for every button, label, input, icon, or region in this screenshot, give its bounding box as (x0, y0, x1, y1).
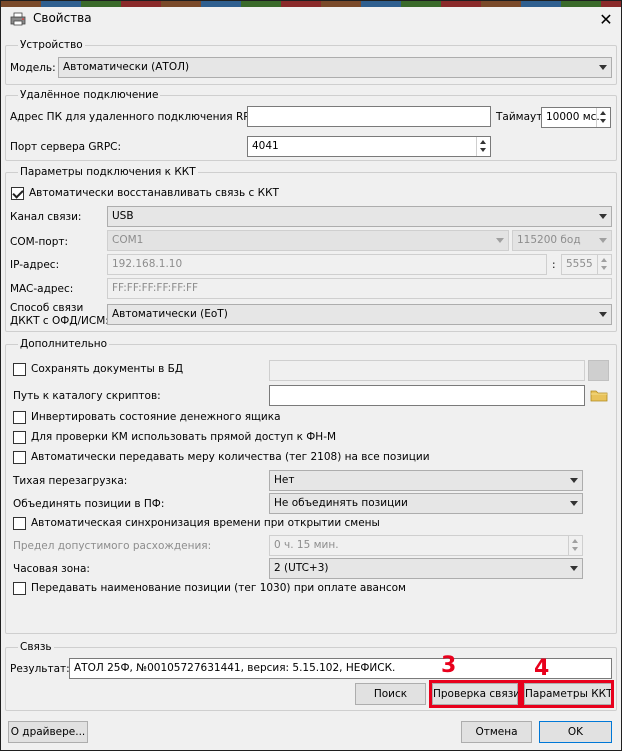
kkt-group-title: Параметры подключения к ККТ (18, 166, 198, 178)
tag2108-label: Автоматически передавать меру количества… (31, 451, 430, 463)
ofd-label-line1: Способ связи (10, 302, 84, 314)
chevron-down-icon (599, 214, 607, 219)
model-combo[interactable]: Автоматически (АТОЛ) (58, 57, 612, 78)
link-group-title: Связь (18, 641, 54, 653)
invert-drawer-label: Инвертировать состояние денежного ящика (31, 411, 281, 423)
com-label: COM-порт: (10, 236, 69, 248)
merge-combo[interactable]: Не объединять позиции (269, 493, 583, 514)
chevron-down-icon (570, 501, 578, 506)
device-group-title: Устройство (18, 39, 85, 51)
tag1030-checkbox[interactable] (13, 582, 26, 595)
mac-label: MAC-адрес: (10, 283, 74, 295)
scripts-path-input[interactable] (269, 385, 585, 406)
timeout-label: Таймаут (496, 111, 543, 123)
baud-combo[interactable]: 115200 бод (512, 230, 612, 251)
cancel-button[interactable]: Отмена (461, 721, 532, 743)
channel-label: Канал связи: (10, 211, 82, 223)
result-output: АТОЛ 25Ф, №00105727631441, версия: 5.15.… (69, 658, 612, 679)
baud-value: 115200 бод (517, 234, 581, 246)
timeout-value: 10000 мс. (546, 111, 600, 123)
properties-dialog: Свойства ✕ Устройство Модель: Автоматиче… (0, 0, 622, 751)
ip-port-separator: : (552, 259, 556, 271)
ofd-combo[interactable]: Автоматически (EoT) (107, 304, 612, 325)
time-sync-checkbox[interactable] (13, 517, 26, 530)
tz-value: 2 (UTC+3) (274, 562, 329, 574)
spin-arrows-icon[interactable] (568, 536, 582, 555)
search-button[interactable]: Поиск (355, 683, 426, 705)
ok-button[interactable]: OK (539, 721, 612, 743)
chevron-down-icon (496, 238, 504, 243)
window-title: Свойства (33, 11, 92, 25)
silent-reboot-value: Нет (274, 474, 295, 486)
limit-value: 0 ч. 15 мин. (274, 539, 339, 551)
silent-reboot-combo[interactable]: Нет (269, 470, 583, 491)
grpc-label: Порт сервера GRPC: (10, 141, 122, 153)
port-value: 5555 (566, 258, 593, 270)
chevron-down-icon (599, 238, 607, 243)
save-db-label: Сохранять документы в БД (31, 363, 184, 375)
limit-label: Предел допустимого расхождения: (13, 540, 212, 552)
result-label: Результат: (10, 663, 70, 675)
channel-combo[interactable]: USB (107, 206, 612, 227)
annotation-number-4: 4 (534, 656, 550, 681)
auto-restore-checkbox[interactable] (11, 187, 24, 200)
com-port-combo[interactable]: COM1 (107, 230, 509, 251)
invert-drawer-checkbox[interactable] (13, 411, 26, 424)
annotation-box-4 (521, 680, 614, 708)
annotation-number-3: 3 (441, 653, 457, 678)
ip-port-stepper[interactable]: 5555 (561, 254, 612, 275)
close-button[interactable]: ✕ (591, 7, 621, 33)
save-db-checkbox[interactable] (13, 363, 26, 376)
ofd-label-line2: ДККТ с ОФД/ИСМ: (10, 315, 109, 327)
merge-value: Не объединять позиции (274, 497, 408, 509)
about-driver-button[interactable]: О драйвере... (8, 721, 88, 743)
chevron-down-icon (599, 65, 607, 70)
rpc-address-input[interactable] (247, 106, 491, 127)
db-browse-button[interactable] (588, 360, 609, 381)
tz-label: Часовая зона: (13, 563, 90, 575)
chevron-down-icon (570, 478, 578, 483)
spin-arrows-icon[interactable] (476, 137, 490, 156)
channel-value: USB (112, 210, 134, 222)
ip-address-input[interactable]: 192.168.1.10 (107, 254, 547, 275)
km-direct-label: Для проверки КМ использовать прямой дост… (31, 431, 337, 443)
printer-icon (10, 12, 26, 26)
scripts-label: Путь к каталогу скриптов: (13, 390, 161, 402)
grpc-value: 4041 (252, 140, 279, 152)
ofd-value: Автоматически (EoT) (112, 308, 228, 320)
ip-label: IP-адрес: (10, 259, 60, 271)
spin-arrows-icon[interactable] (597, 255, 611, 274)
tag2108-checkbox[interactable] (13, 451, 26, 464)
db-path-input[interactable] (269, 360, 585, 381)
merge-label: Объединять позиции в ПФ: (13, 498, 165, 510)
rpc-label: Адрес ПК для удаленного подключения RPC: (10, 111, 261, 123)
title-bar: Свойства ✕ (1, 1, 621, 39)
tag1030-label: Передавать наименование позиции (тег 103… (31, 582, 406, 594)
spin-arrows-icon[interactable] (596, 108, 610, 127)
grpc-port-stepper[interactable]: 4041 (247, 136, 491, 157)
folder-icon[interactable] (590, 388, 608, 402)
silent-reboot-label: Тихая перезагрузка: (13, 475, 128, 487)
model-label: Модель: (10, 62, 56, 74)
time-sync-label: Автоматическая синхронизация времени при… (31, 517, 380, 529)
annotation-box-3 (429, 680, 521, 708)
km-direct-checkbox[interactable] (13, 431, 26, 444)
background-strip (1, 1, 621, 7)
auto-restore-label: Автоматически восстанавливать связь с КК… (29, 187, 279, 199)
tz-combo[interactable]: 2 (UTC+3) (269, 558, 583, 579)
model-value: Автоматически (АТОЛ) (63, 61, 190, 73)
com-value: COM1 (112, 234, 144, 246)
remote-group-title: Удалённое подключение (18, 89, 161, 101)
timeout-stepper[interactable]: 10000 мс. (541, 107, 611, 128)
chevron-down-icon (570, 566, 578, 571)
extra-group-title: Дополнительно (18, 338, 110, 350)
mac-address-input[interactable]: FF:FF:FF:FF:FF:FF (107, 278, 612, 299)
chevron-down-icon (599, 312, 607, 317)
limit-stepper[interactable]: 0 ч. 15 мин. (269, 535, 583, 556)
